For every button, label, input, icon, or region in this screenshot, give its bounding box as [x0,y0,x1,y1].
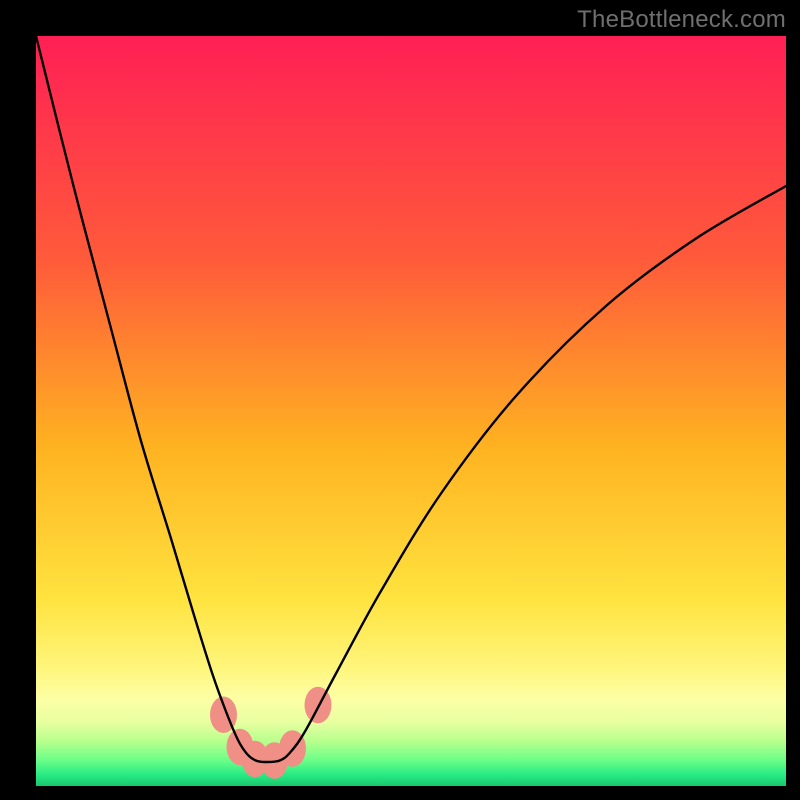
chart-frame: TheBottleneck.com [0,0,800,800]
bottleneck-curve [36,36,786,762]
curve-layer [36,36,786,786]
watermark-text: TheBottleneck.com [577,6,786,34]
plot-area [36,36,786,786]
